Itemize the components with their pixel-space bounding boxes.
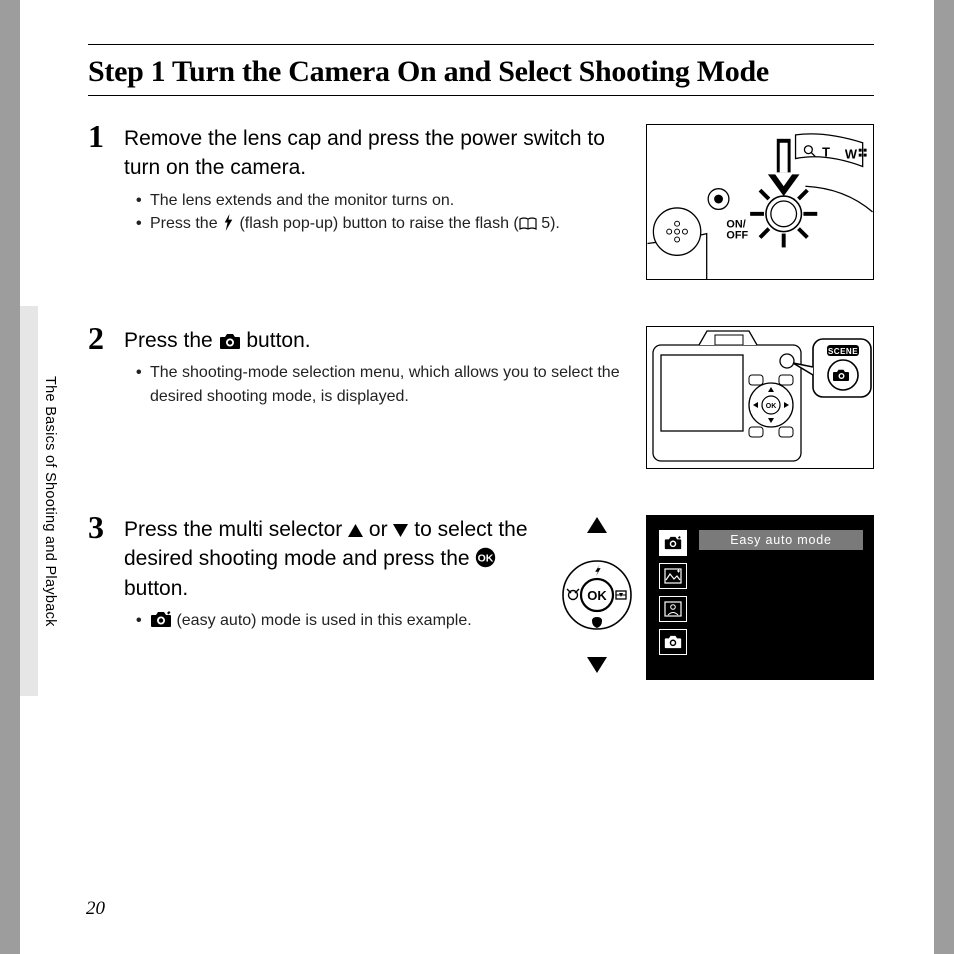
mode-label-bar: Easy auto mode — [699, 530, 863, 550]
step-number: 1 — [88, 120, 124, 152]
step-1-bullet-1: The lens extends and the monitor turns o… — [136, 189, 634, 212]
svg-text:W: W — [845, 147, 858, 162]
down-triangle-icon — [393, 524, 408, 537]
step-2-lead: Press the button. — [124, 326, 634, 355]
up-triangle-icon — [348, 524, 363, 537]
illustration-camera-back: OK — [646, 326, 874, 469]
mode-smart-portrait-icon — [659, 596, 687, 622]
rule-bottom — [88, 95, 874, 96]
illustration-multi-selector: OK — [558, 515, 636, 675]
step-2-bullet-1: The shooting-mode selection menu, which … — [136, 361, 634, 407]
manual-page: Step 1 Turn the Camera On and Select Sho… — [20, 0, 934, 954]
book-icon — [519, 217, 537, 230]
step-3-bullet-1: (easy auto) mode is used in this example… — [136, 609, 546, 632]
camera-icon — [219, 333, 241, 350]
svg-text:T: T — [822, 145, 830, 160]
bullet-text-b: (flash pop-up) button to raise the flash… — [235, 215, 519, 232]
step-number: 3 — [88, 511, 124, 543]
ok-button-icon: OK — [475, 547, 496, 568]
svg-text:OK: OK — [587, 588, 607, 603]
mode-auto-icon — [659, 629, 687, 655]
chapter-tab — [20, 306, 38, 696]
illustration-lcd-menu: Easy auto mode — [646, 515, 874, 680]
step-1-bullets: The lens extends and the monitor turns o… — [124, 189, 634, 235]
step-number: 2 — [88, 322, 124, 354]
step-3-lead: Press the multi selector or to select th… — [124, 515, 546, 603]
step-2: 2 Press the button. The shooting-mode se… — [88, 326, 874, 469]
mode-icon-column — [659, 530, 687, 655]
page-title: Step 1 Turn the Camera On and Select Sho… — [88, 55, 874, 89]
flash-icon — [222, 214, 235, 231]
step-2-bullets: The shooting-mode selection menu, which … — [124, 361, 634, 407]
svg-text:OFF: OFF — [726, 230, 748, 242]
mode-easy-auto-icon — [659, 530, 687, 556]
bullet-text-a: Press the — [150, 215, 222, 232]
easy-auto-icon — [150, 611, 172, 628]
step-1-lead: Remove the lens cap and press the power … — [124, 124, 634, 183]
chapter-label: The Basics of Shooting and Playback — [42, 376, 58, 627]
rule-top — [88, 44, 874, 45]
step-1-bullet-2: Press the (flash pop-up) button to raise… — [136, 212, 634, 235]
illustration-power-switch: ON/ OFF — [646, 124, 874, 280]
content: 1 Remove the lens cap and press the powe… — [88, 124, 874, 680]
svg-text:OK: OK — [766, 403, 777, 410]
mode-scene-icon — [659, 563, 687, 589]
step-3: 3 Press the multi selector or to select … — [88, 515, 874, 680]
svg-text:OK: OK — [478, 553, 494, 565]
step-1: 1 Remove the lens cap and press the powe… — [88, 124, 874, 280]
svg-text:SCENE: SCENE — [828, 347, 858, 356]
step-3-bullets: (easy auto) mode is used in this example… — [124, 609, 546, 632]
page-number: 20 — [86, 898, 105, 920]
bullet-text-c: 5). — [537, 215, 560, 232]
